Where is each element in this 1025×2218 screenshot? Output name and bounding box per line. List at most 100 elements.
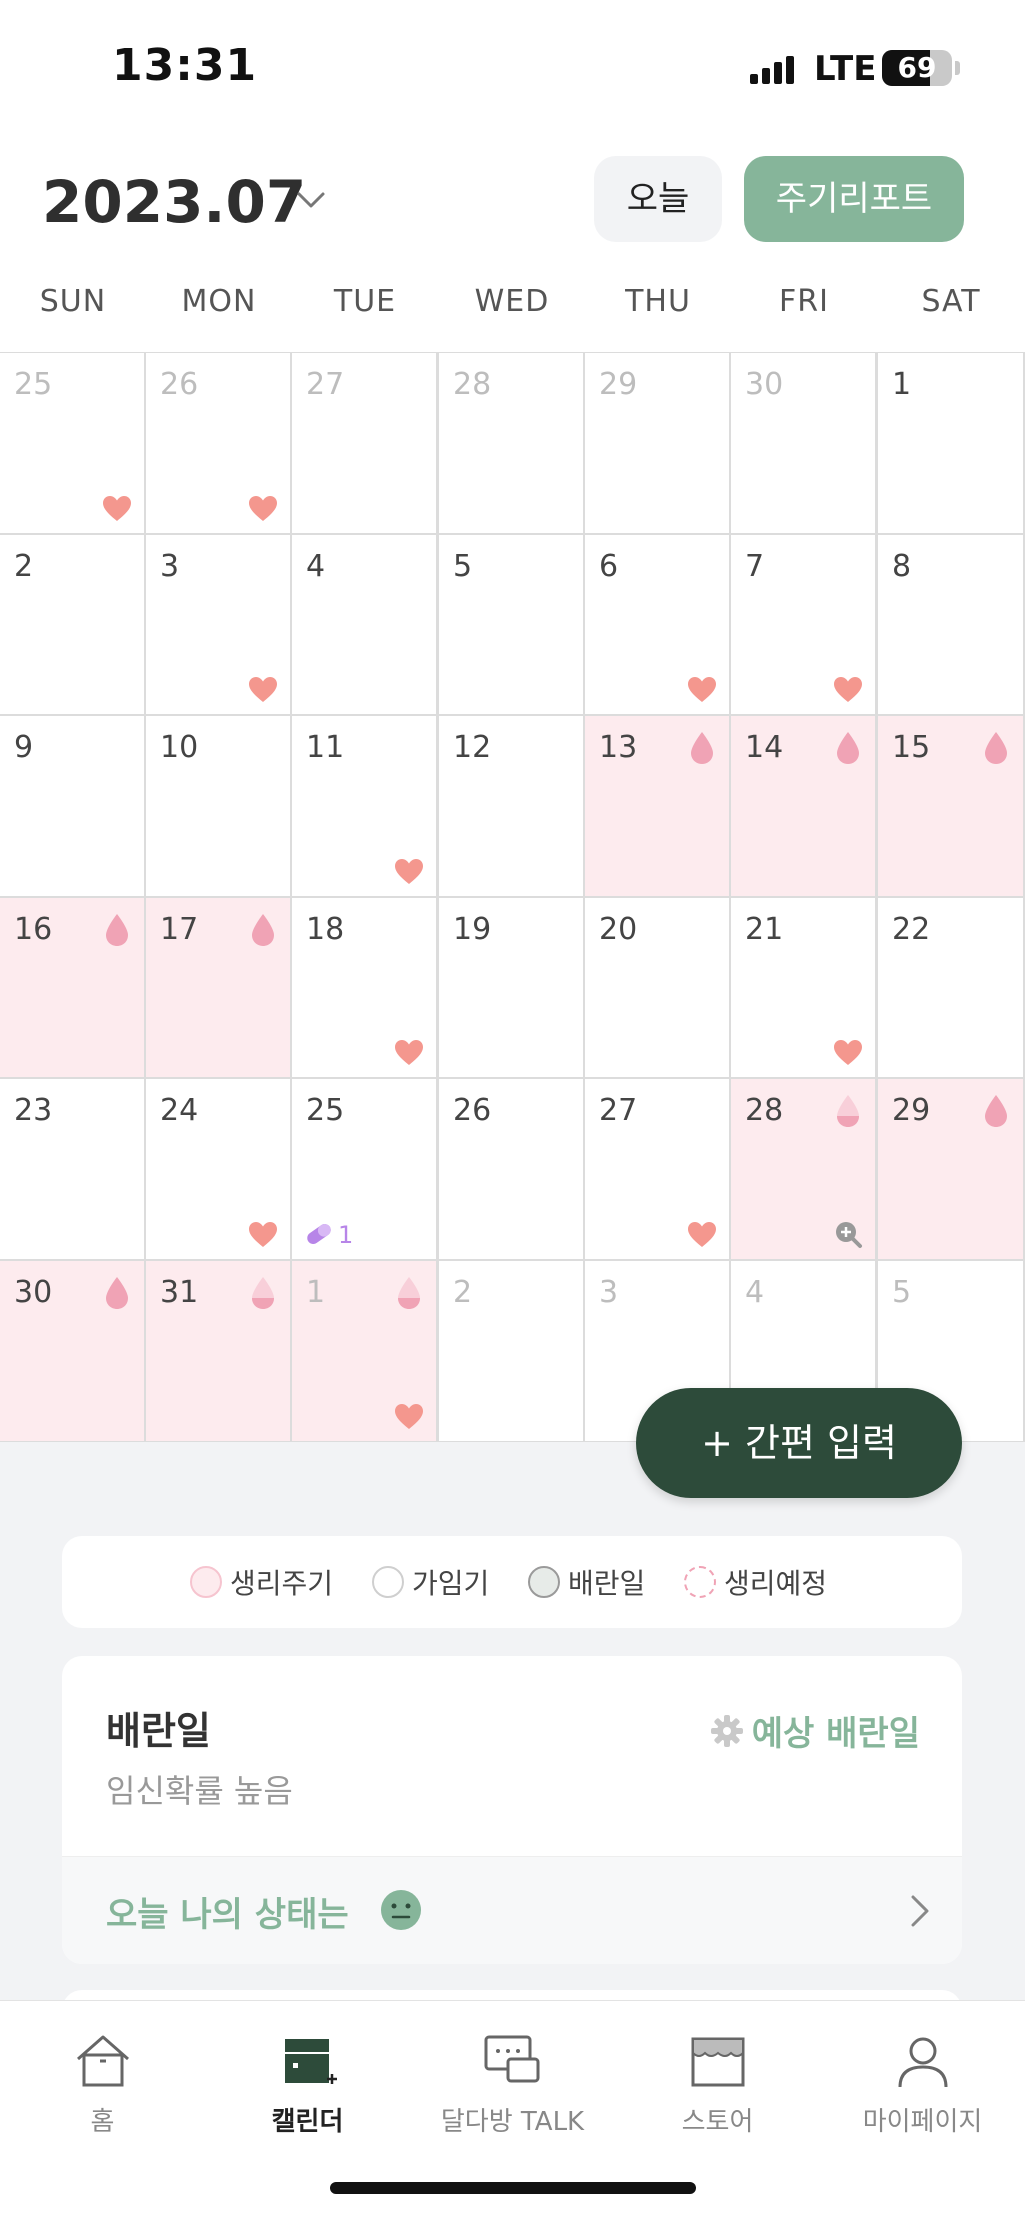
heart-icon [395, 1403, 423, 1429]
calendar-day[interactable]: 27 [292, 353, 436, 533]
predicted-ovulation-label: 예상 배란일 [751, 1714, 920, 1754]
calendar-day[interactable]: 29 [585, 353, 729, 533]
nav-label: 캘린더 [271, 2107, 344, 2137]
calendar-day[interactable]: 15 [878, 716, 1023, 896]
nav-item-calendar[interactable]: 캘린더 [205, 2031, 410, 2138]
day-number: 23 [14, 1093, 53, 1129]
legend-item-period: 생리주기 [190, 1564, 333, 1600]
calendar-day[interactable]: 12 [439, 716, 583, 896]
day-number: 26 [160, 367, 199, 402]
day-number: 28 [453, 367, 492, 402]
heart-icon [395, 1040, 423, 1066]
calendar-day[interactable]: 14 [731, 716, 875, 896]
chevron-right-icon[interactable] [908, 1893, 932, 1929]
calendar-day[interactable]: 25 [0, 353, 144, 533]
nav-item-home[interactable]: 홈 [0, 2031, 205, 2138]
day-number: 4 [745, 1275, 765, 1310]
calendar-day[interactable]: 5 [439, 534, 583, 715]
calendar-day[interactable]: 24 [146, 1079, 290, 1259]
weekday-label: SAT [921, 284, 981, 319]
drop-icon [837, 732, 859, 765]
calendar-day[interactable]: 30 [0, 1261, 144, 1441]
day-number: 17 [160, 911, 199, 947]
calendar-day[interactable]: 1 [878, 353, 1023, 533]
heart-icon [834, 1040, 862, 1066]
day-number: 1 [892, 367, 912, 402]
calendar-day[interactable]: 19 [439, 897, 583, 1078]
day-number: 27 [599, 1093, 638, 1129]
status-bar: 13:31 LTE 69 [0, 0, 1025, 130]
calendar-day[interactable]: 26 [146, 353, 290, 533]
cycle-report-button[interactable]: 주기리포트 [744, 156, 964, 242]
nav-item-chat[interactable]: 달다방 TALK [410, 2031, 615, 2138]
drop-icon [985, 732, 1007, 765]
calendar-day[interactable]: 29 [878, 1079, 1023, 1259]
calendar-day[interactable]: 6 [585, 534, 729, 715]
calendar-day[interactable]: 13 [585, 716, 729, 896]
calendar-day[interactable]: 2 [439, 1261, 583, 1441]
chevron-down-icon[interactable] [296, 185, 326, 215]
today-button[interactable]: 오늘 [594, 156, 722, 242]
calendar-day[interactable]: 21 [731, 897, 875, 1078]
status-title: 배란일 [106, 1709, 211, 1753]
battery-level: 69 [897, 51, 937, 84]
calendar-grid: 25 26 27 28 29 30 1 2 3 4 5 6 7 8 9 10 11 12 13 14 15 16 17 18 1… [0, 352, 1025, 1442]
calendar-day[interactable]: 2 [0, 534, 144, 715]
quick-input-button[interactable]: + 간편 입력 [636, 1388, 962, 1498]
calendar-day[interactable]: 28 [731, 1079, 875, 1259]
day-number: 26 [453, 1093, 492, 1129]
calendar-day[interactable]: 7 [731, 534, 875, 715]
day-number: 28 [745, 1093, 784, 1129]
calendar-day[interactable]: 30 [731, 353, 875, 533]
calendar-day[interactable]: 9 [0, 716, 144, 896]
calendar-day[interactable]: 4 [292, 534, 436, 715]
nav-label: 홈 [90, 2107, 115, 2137]
status-card: 배란일 임신확률 높음 예상 배란일 오늘 나의 상태는 [62, 1656, 962, 1964]
calendar-day[interactable]: 8 [878, 534, 1023, 715]
calendar-day[interactable]: 26 [439, 1079, 583, 1259]
calendar-day[interactable]: 27 [585, 1079, 729, 1259]
drop-icon [691, 732, 713, 765]
calendar-day[interactable]: 23 [0, 1079, 144, 1259]
heart-icon [688, 677, 716, 703]
calendar-day[interactable]: 1 [292, 1261, 436, 1441]
calendar-day[interactable]: 20 [585, 897, 729, 1078]
weekday-label: THU [625, 284, 691, 319]
day-number: 4 [306, 548, 326, 584]
legend-item-fertile: 가임기 [372, 1564, 489, 1600]
status-subtitle: 임신확률 높음 [106, 1772, 293, 1810]
calendar-icon [284, 2039, 337, 2084]
neutral-face-icon [381, 1890, 421, 1930]
calendar-day[interactable]: 22 [878, 897, 1023, 1078]
heart-icon [395, 858, 423, 884]
calendar-day[interactable]: 3 [146, 534, 290, 715]
calendar-day[interactable]: 25 1 [292, 1079, 436, 1259]
legend-label: 가임기 [412, 1567, 490, 1600]
drop-icon [252, 1277, 274, 1309]
calendar-day[interactable]: 18 [292, 897, 436, 1078]
drop-icon [252, 913, 274, 946]
heart-icon [688, 1221, 716, 1247]
calendar-day[interactable]: 16 [0, 897, 144, 1078]
legend-dot [684, 1566, 716, 1598]
nav-item-person[interactable]: 마이페이지 [820, 2031, 1025, 2138]
day-number: 14 [745, 730, 784, 766]
today-mood-row[interactable]: 오늘 나의 상태는 [62, 1856, 962, 1964]
legend-dot [190, 1566, 222, 1598]
calendar-day[interactable]: 17 [146, 897, 290, 1078]
calendar-day[interactable]: 31 [146, 1261, 290, 1441]
network-type: LTE [814, 49, 877, 89]
zoom-in-icon[interactable] [833, 1219, 863, 1249]
day-number: 10 [160, 730, 199, 766]
calendar-day[interactable]: 11 [292, 716, 436, 896]
drop-icon [106, 913, 128, 946]
person-icon [898, 2037, 947, 2088]
calendar-day[interactable]: 10 [146, 716, 290, 896]
day-number: 25 [306, 1093, 345, 1129]
nav-item-store[interactable]: 스토어 [615, 2031, 820, 2138]
month-selector[interactable]: 2023.07 [42, 168, 306, 236]
weekday-label: WED [474, 284, 550, 319]
day-number: 30 [14, 1275, 53, 1310]
calendar-day[interactable]: 28 [439, 353, 583, 533]
day-number: 16 [14, 911, 53, 947]
